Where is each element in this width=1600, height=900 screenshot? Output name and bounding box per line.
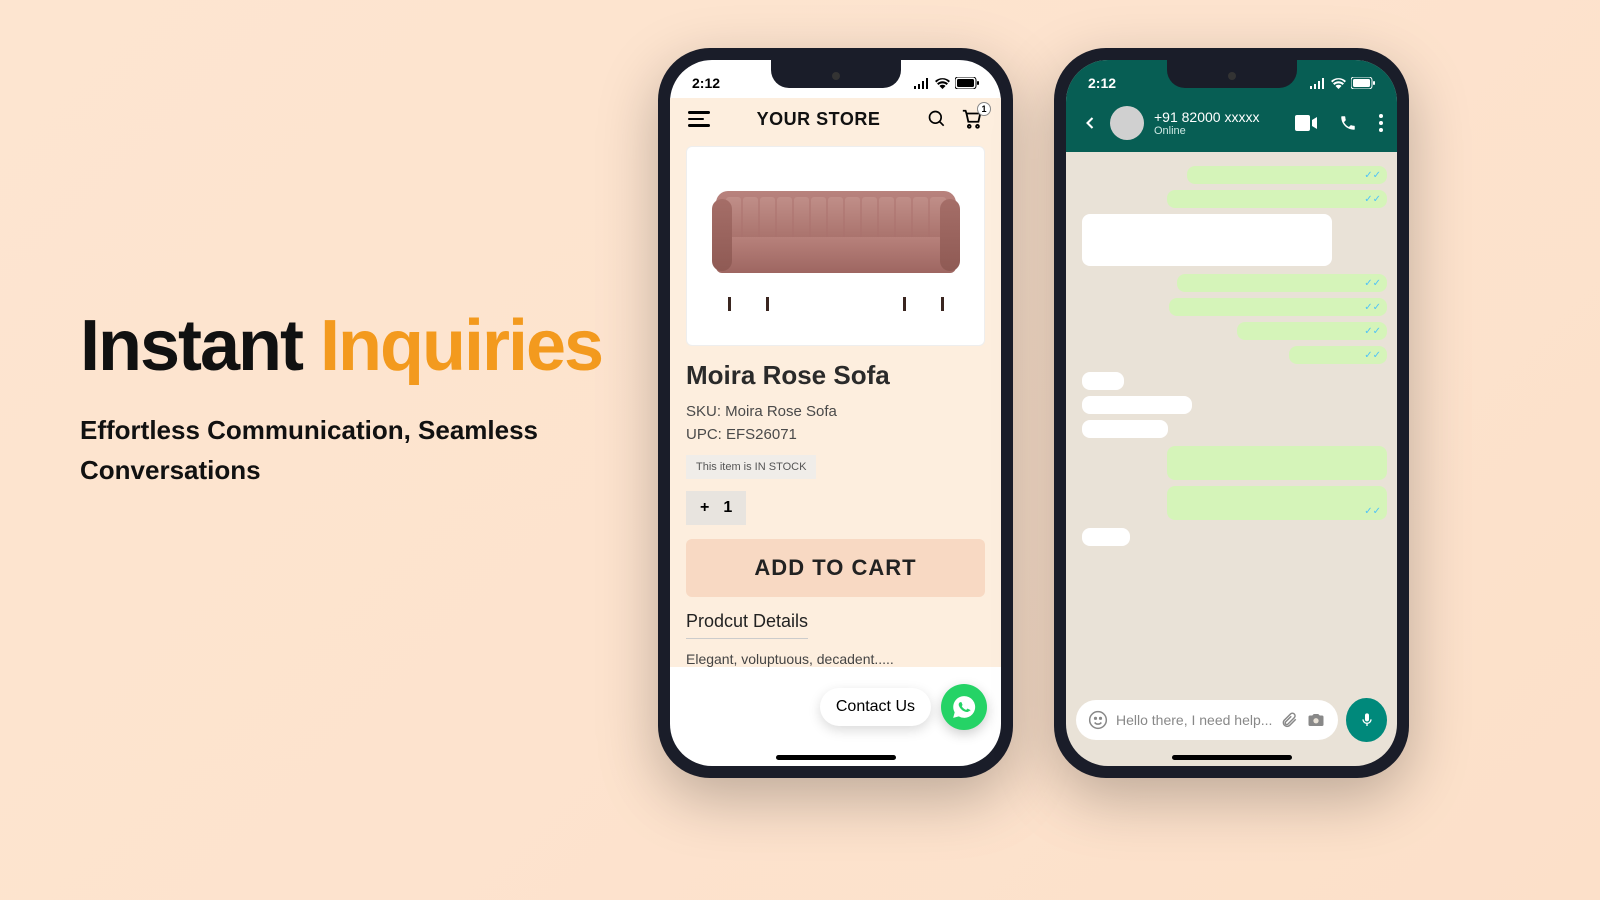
product-title: Moira Rose Sofa: [686, 360, 985, 391]
message-input[interactable]: Hello there, I need help...: [1076, 700, 1338, 740]
qty-value: 1: [723, 499, 732, 517]
battery-icon: [1351, 77, 1375, 89]
search-icon[interactable]: [927, 109, 947, 129]
battery-icon: [955, 77, 979, 89]
menu-icon[interactable]: [688, 111, 710, 127]
message-out[interactable]: ✓✓: [1289, 346, 1387, 364]
wifi-icon: [935, 78, 950, 89]
store-header: YOUR STORE 1: [670, 98, 1001, 140]
product-upc: UPC: EFS26071: [686, 426, 985, 443]
quantity-stepper[interactable]: + 1: [686, 491, 746, 525]
message-in[interactable]: [1082, 396, 1192, 414]
read-ticks-icon: ✓✓: [1364, 302, 1381, 313]
message-out[interactable]: ✓✓: [1167, 190, 1387, 208]
read-ticks-icon: ✓✓: [1364, 350, 1381, 361]
add-to-cart-button[interactable]: ADD TO CART: [686, 539, 985, 597]
message-out[interactable]: ✓✓: [1167, 486, 1387, 520]
phone-notch: [771, 60, 901, 88]
message-out[interactable]: [1167, 446, 1387, 480]
chat-area[interactable]: ✓✓ ✓✓ ✓✓ ✓✓ ✓✓ ✓✓ ✓✓: [1066, 152, 1397, 682]
signal-icon: [914, 78, 930, 89]
message-out[interactable]: ✓✓: [1237, 322, 1387, 340]
avatar[interactable]: [1110, 106, 1144, 140]
wifi-icon: [1331, 78, 1346, 89]
emoji-icon[interactable]: [1088, 710, 1108, 730]
whatsapp-icon[interactable]: [941, 684, 987, 730]
message-in[interactable]: [1082, 528, 1130, 546]
chat-input-bar: Hello there, I need help...: [1076, 698, 1387, 742]
read-ticks-icon: ✓✓: [1364, 194, 1381, 205]
status-time: 2:12: [1088, 75, 1116, 91]
phone-store-mockup: 2:12 YOUR STORE 1: [658, 48, 1013, 778]
contact-info[interactable]: +91 82000 xxxxx Online: [1154, 109, 1259, 137]
product-sku: SKU: Moira Rose Sofa: [686, 403, 985, 420]
contact-phone: +91 82000 xxxxx: [1154, 109, 1259, 125]
home-indicator: [1172, 755, 1292, 760]
stock-badge: This item is IN STOCK: [686, 455, 816, 479]
attach-icon[interactable]: [1280, 710, 1298, 730]
phone-whatsapp-mockup: 2:12 +91 82000 xxxxx Online: [1054, 48, 1409, 778]
camera-icon[interactable]: [1306, 711, 1326, 729]
signal-icon: [1310, 78, 1326, 89]
message-out[interactable]: ✓✓: [1169, 298, 1387, 316]
read-ticks-icon: ✓✓: [1364, 326, 1381, 337]
message-in[interactable]: [1082, 214, 1332, 266]
home-indicator: [776, 755, 896, 760]
back-icon[interactable]: [1080, 113, 1100, 133]
hero-title: Instant Inquiries: [80, 310, 620, 382]
status-icons: [1310, 77, 1375, 89]
message-in[interactable]: [1082, 372, 1124, 390]
product-image[interactable]: [686, 146, 985, 346]
status-time: 2:12: [692, 75, 720, 91]
product-section: Moira Rose Sofa SKU: Moira Rose Sofa UPC…: [670, 140, 1001, 667]
qty-plus-icon[interactable]: +: [700, 499, 709, 517]
message-placeholder: Hello there, I need help...: [1116, 712, 1272, 728]
read-ticks-icon: ✓✓: [1364, 506, 1381, 517]
video-call-icon[interactable]: [1295, 115, 1317, 131]
message-out[interactable]: ✓✓: [1187, 166, 1387, 184]
message-in[interactable]: [1082, 420, 1168, 438]
product-description: Elegant, voluptuous, decadent.....: [686, 651, 985, 667]
product-details-heading: Prodcut Details: [686, 611, 808, 639]
read-ticks-icon: ✓✓: [1364, 278, 1381, 289]
mic-icon: [1359, 709, 1375, 731]
phone-notch: [1167, 60, 1297, 88]
voice-call-icon[interactable]: [1339, 114, 1357, 132]
hero-section: Instant Inquiries Effortless Communicati…: [80, 310, 620, 491]
more-icon[interactable]: [1379, 114, 1383, 132]
contact-widget[interactable]: Contact Us: [820, 684, 987, 730]
store-name: YOUR STORE: [757, 109, 881, 130]
message-out[interactable]: ✓✓: [1177, 274, 1387, 292]
status-icons: [914, 77, 979, 89]
sofa-illustration: [716, 191, 956, 301]
cart-button[interactable]: 1: [961, 108, 983, 130]
hero-subtitle: Effortless Communication, Seamless Conve…: [80, 410, 620, 491]
mic-button[interactable]: [1346, 698, 1387, 742]
contact-status: Online: [1154, 125, 1259, 137]
cart-count-badge: 1: [977, 102, 991, 116]
hero-title-word2: Inquiries: [320, 306, 602, 386]
hero-title-word1: Instant: [80, 306, 302, 386]
contact-label: Contact Us: [820, 688, 931, 726]
read-ticks-icon: ✓✓: [1364, 170, 1381, 181]
